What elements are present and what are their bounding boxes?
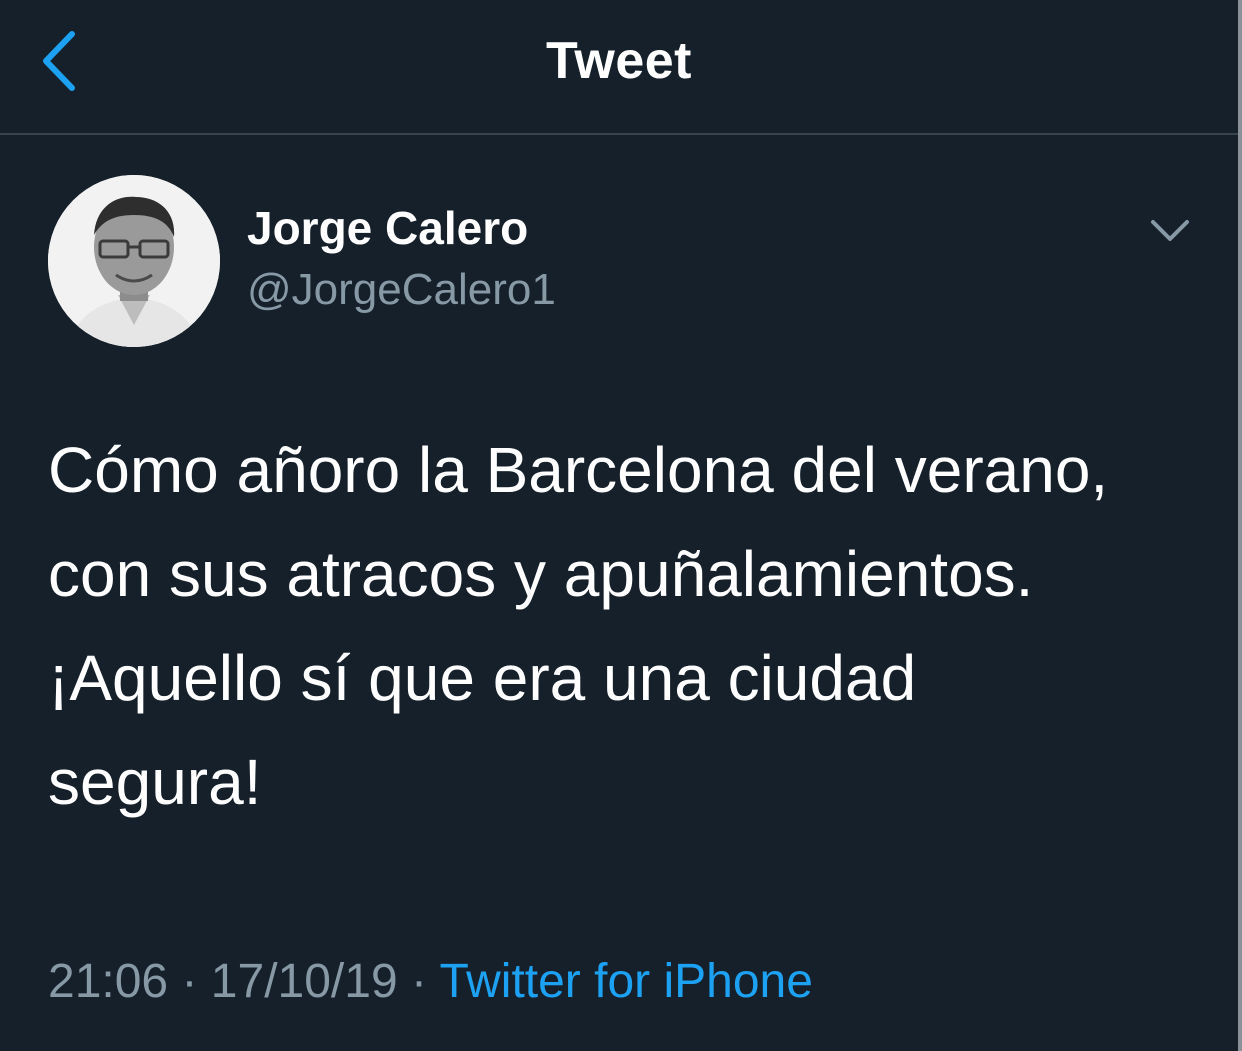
tweet-meta: 21:06 · 17/10/19 · Twitter for iPhone [48,952,813,1012]
page-title: Tweet [545,32,692,90]
tweet-text-line: Cómo añoro la Barcelona del verano, [48,434,1109,506]
tweet-text-line: con sus atracos y apuñalamientos. [48,538,1034,610]
screen-edge [1238,0,1242,1051]
chevron-down-icon [1151,220,1189,241]
meta-separator: · [181,955,198,1008]
tweet-source-link[interactable]: Twitter for iPhone [439,955,813,1008]
author-display-name[interactable]: Jorge Calero [247,198,528,258]
tweet-text-line: segura! [48,746,262,818]
tweet-date: 17/10/19 [210,955,398,1008]
meta-separator: · [410,955,427,1008]
tweet-text-line: ¡Aquello sí que era una ciudad [48,642,917,714]
profile-photo [48,175,220,347]
author-handle[interactable]: @JorgeCalero1 [247,260,556,320]
tweet-menu-button[interactable] [1145,212,1195,252]
avatar[interactable] [48,175,220,347]
tweet-time: 21:06 [48,955,169,1008]
top-bar: Tweet [0,0,1238,135]
tweet-text: Cómo añoro la Barcelona del verano, con … [48,418,1208,834]
